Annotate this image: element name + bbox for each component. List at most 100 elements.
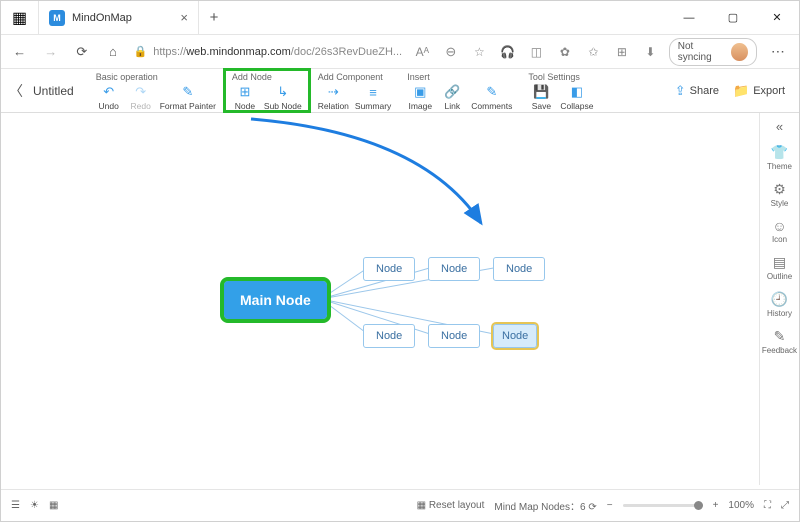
outline-icon: ▤ xyxy=(773,254,786,271)
outline-button[interactable]: ▤Outline xyxy=(767,254,792,281)
cube-icon[interactable]: ◫ xyxy=(526,41,547,63)
smile-icon: ☺ xyxy=(772,218,786,234)
style-button[interactable]: ⚙Style xyxy=(771,181,789,208)
summary-button[interactable]: ≡Summary xyxy=(355,84,391,111)
toolbar-group-insert: Insert ▣Image 🔗Link ✎Comments xyxy=(399,69,520,112)
browser-address-bar: ← → ⟳ ⌂ 🔒 https://web.mindonmap.com/doc/… xyxy=(1,35,799,69)
relation-icon: ⇢ xyxy=(325,84,341,100)
lock-icon: 🔒 xyxy=(134,45,148,58)
favorites-bar-icon[interactable]: ✩ xyxy=(583,41,604,63)
collapse-panel-icon[interactable]: « xyxy=(776,119,783,134)
redo-button[interactable]: ↷Redo xyxy=(128,84,154,111)
connection-lines xyxy=(1,113,799,515)
zoom-out-button[interactable]: − xyxy=(607,500,613,511)
brush-icon: ✎ xyxy=(180,84,196,100)
export-button[interactable]: 📁Export xyxy=(733,83,785,99)
refresh-button[interactable]: ⟳ xyxy=(71,40,92,64)
save-icon: 💾 xyxy=(533,84,549,100)
status-icon[interactable]: ☰ xyxy=(11,500,20,511)
text-size-icon[interactable]: Aᴬ xyxy=(412,41,433,63)
favorite-icon[interactable]: ☆ xyxy=(469,41,490,63)
theme-icon: 👕 xyxy=(771,144,788,161)
toolbar-group-add-component: Add Component ⇢Relation ≡Summary xyxy=(310,69,400,112)
status-bar: ☰ ☀ ▦ ▦ Reset layout Mind Map Nodes：6 ⟳ … xyxy=(1,489,799,521)
browser-titlebar: ▦ M MindOnMap × + — ▢ ✕ xyxy=(1,1,799,35)
url-field[interactable]: 🔒 https://web.mindonmap.com/doc/26s3RevD… xyxy=(134,45,403,58)
zoom-out-icon[interactable]: ⊖ xyxy=(441,41,462,63)
maximize-button[interactable]: ▢ xyxy=(711,1,755,34)
main-node[interactable]: Main Node xyxy=(224,281,327,319)
share-button[interactable]: ⇪Share xyxy=(675,83,719,99)
close-window-button[interactable]: ✕ xyxy=(755,1,799,34)
collapse-button[interactable]: ◧Collapse xyxy=(560,84,593,111)
node-count: Mind Map Nodes：6 ⟳ xyxy=(494,498,596,513)
format-painter-button[interactable]: ✎Format Painter xyxy=(160,84,216,111)
downloads-icon[interactable]: ⬇ xyxy=(640,41,661,63)
close-tab-icon[interactable]: × xyxy=(180,10,188,25)
child-node[interactable]: Node xyxy=(428,324,480,348)
relation-button[interactable]: ⇢Relation xyxy=(318,84,349,111)
theme-button[interactable]: 👕Theme xyxy=(767,144,792,171)
favicon-icon: M xyxy=(49,10,65,26)
avatar-icon xyxy=(731,43,748,61)
tab-title: MindOnMap xyxy=(72,12,132,24)
headphones-icon[interactable]: 🎧 xyxy=(498,41,519,63)
add-node-button[interactable]: ⊞Node xyxy=(232,84,258,111)
child-node[interactable]: Node xyxy=(363,257,415,281)
annotation-arrow xyxy=(231,113,531,243)
back-arrow-icon[interactable]: 〈 xyxy=(9,81,23,101)
document-title[interactable]: Untitled xyxy=(33,84,74,98)
toolbar-group-tools: Tool Settings 💾Save ◧Collapse xyxy=(520,69,601,112)
add-subnode-button[interactable]: ↳Sub Node xyxy=(264,84,302,111)
minimize-button[interactable]: — xyxy=(667,1,711,34)
new-tab-button[interactable]: + xyxy=(199,1,229,34)
save-button[interactable]: 💾Save xyxy=(528,84,554,111)
more-menu-button[interactable]: ⋯ xyxy=(765,43,791,60)
home-button[interactable]: ⌂ xyxy=(102,40,123,64)
feedback-icon: ✎ xyxy=(774,328,786,345)
style-icon: ⚙ xyxy=(773,181,786,198)
child-node-selected[interactable]: Node xyxy=(493,324,537,348)
fullscreen-icon[interactable]: ⤢ xyxy=(781,500,789,511)
brightness-icon[interactable]: ☀ xyxy=(30,500,39,511)
zoom-in-button[interactable]: + xyxy=(713,500,719,511)
undo-button[interactable]: ↶Undo xyxy=(96,84,122,111)
collections-icon[interactable]: ⊞ xyxy=(612,41,633,63)
child-node[interactable]: Node xyxy=(493,257,545,281)
comment-icon: ✎ xyxy=(484,84,500,100)
insert-link-button[interactable]: 🔗Link xyxy=(439,84,465,111)
collapse-icon: ◧ xyxy=(569,84,585,100)
side-panel: « 👕Theme ⚙Style ☺Icon ▤Outline 🕘History … xyxy=(759,113,799,485)
forward-button[interactable]: → xyxy=(40,40,61,64)
share-icon: ⇪ xyxy=(675,83,686,99)
sync-button[interactable]: Not syncing xyxy=(669,38,757,66)
tab-overview-icon[interactable]: ▦ xyxy=(1,1,39,34)
icon-button[interactable]: ☺Icon xyxy=(772,218,787,244)
export-icon: 📁 xyxy=(733,83,749,99)
insert-image-button[interactable]: ▣Image xyxy=(407,84,433,111)
subnode-icon: ↳ xyxy=(275,84,291,100)
zoom-slider[interactable] xyxy=(623,504,703,507)
child-node[interactable]: Node xyxy=(363,324,415,348)
browser-tab[interactable]: M MindOnMap × xyxy=(39,1,199,34)
link-icon: 🔗 xyxy=(444,84,460,100)
feedback-button[interactable]: ✎Feedback xyxy=(762,328,797,355)
extensions-icon[interactable]: ✿ xyxy=(555,41,576,63)
mindmap-canvas[interactable]: Main Node Node Node Node Node Node Node xyxy=(1,113,799,515)
layout-icon[interactable]: ▦ xyxy=(49,500,58,511)
zoom-level: 100% xyxy=(728,500,754,511)
toolbar-group-add-node: Add Node ⊞Node ↳Sub Node xyxy=(224,69,310,112)
comments-button[interactable]: ✎Comments xyxy=(471,84,512,111)
history-icon: 🕘 xyxy=(771,291,788,308)
node-icon: ⊞ xyxy=(237,84,253,100)
child-node[interactable]: Node xyxy=(428,257,480,281)
toolbar-group-basic: Basic operation ↶Undo ↷Redo ✎Format Pain… xyxy=(88,69,224,112)
app-toolbar: 〈 Untitled Basic operation ↶Undo ↷Redo ✎… xyxy=(1,69,799,113)
reset-layout-button[interactable]: ▦ Reset layout xyxy=(417,500,485,511)
summary-icon: ≡ xyxy=(365,84,381,100)
redo-icon: ↷ xyxy=(133,84,149,100)
fit-screen-icon[interactable]: ⛶ xyxy=(764,500,771,511)
history-button[interactable]: 🕘History xyxy=(767,291,792,318)
back-button[interactable]: ← xyxy=(9,40,30,64)
undo-icon: ↶ xyxy=(101,84,117,100)
